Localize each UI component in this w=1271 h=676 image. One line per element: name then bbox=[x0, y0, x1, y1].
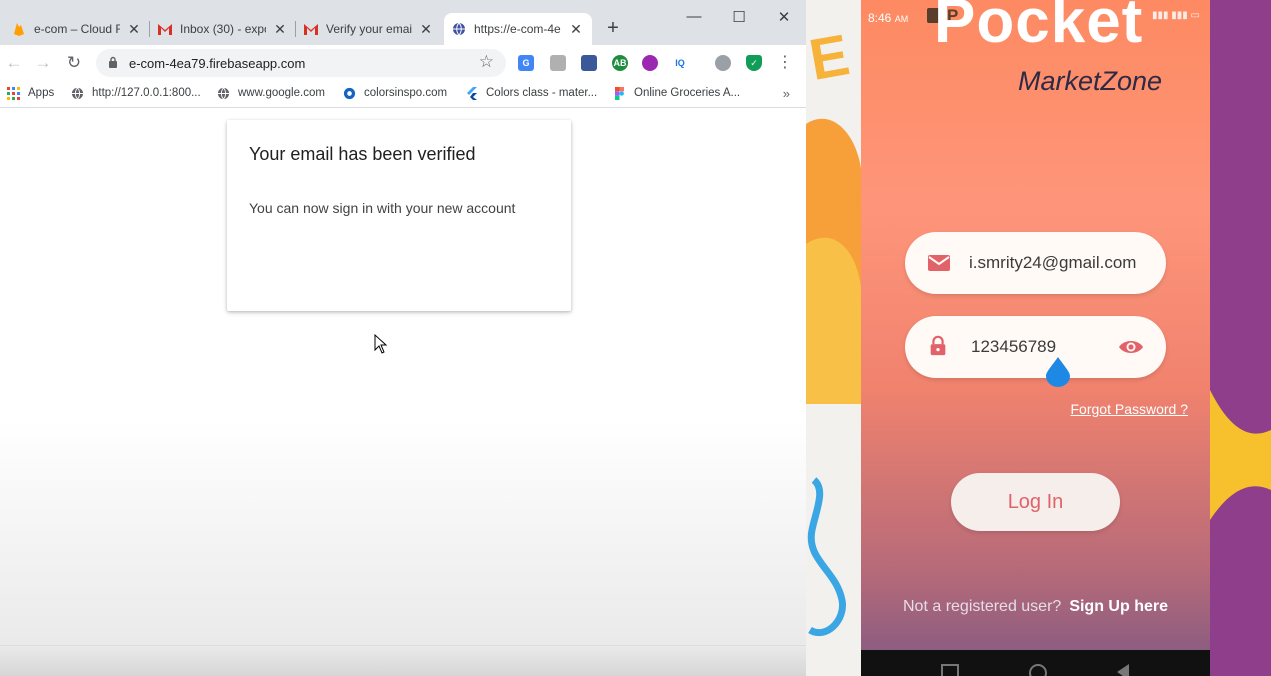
forgot-password-link[interactable]: Forgot Password ? bbox=[1071, 401, 1189, 417]
email-value[interactable]: i.smrity24@gmail.com bbox=[969, 253, 1136, 273]
eye-icon[interactable] bbox=[1118, 337, 1144, 357]
flutter-icon bbox=[464, 86, 478, 100]
reload-button[interactable]: ↻ bbox=[64, 53, 84, 73]
browser-window: e-com – Cloud F ✕ Inbox (30) - expo ✕ Ve… bbox=[0, 0, 806, 676]
gmail-icon bbox=[158, 22, 172, 36]
close-tab-icon[interactable]: ✕ bbox=[568, 21, 584, 38]
android-nav-bar bbox=[861, 650, 1210, 676]
recent-apps-button[interactable] bbox=[941, 664, 959, 676]
app-subtitle: MarketZone bbox=[1018, 66, 1163, 96]
phone-screen: 8:46 AM P ▮▮▮ ▮▮▮ ▭ Pocket MarketZone i.… bbox=[861, 0, 1210, 650]
tab-strip: e-com – Cloud F ✕ Inbox (30) - expo ✕ Ve… bbox=[0, 0, 806, 45]
globe-icon bbox=[216, 86, 230, 100]
home-button[interactable] bbox=[1029, 664, 1047, 676]
signup-link[interactable]: Sign Up here bbox=[1069, 598, 1168, 615]
blue-swirl-decoration bbox=[807, 477, 846, 637]
iq-extension-icon[interactable]: IQ bbox=[672, 55, 688, 71]
signal-battery-icons: ▮▮▮ ▮▮▮ ▭ bbox=[1151, 10, 1200, 21]
extension-icon[interactable] bbox=[581, 55, 597, 71]
mail-icon bbox=[928, 255, 950, 271]
lock-icon bbox=[930, 335, 946, 356]
phone-recording-area: E 8:46 AM P ▮▮▮ ▮▮▮ ▭ Pocket MarketZone … bbox=[806, 0, 1271, 676]
page-content: Your email has been verified You can now… bbox=[0, 108, 806, 676]
more-bookmarks-button[interactable]: » bbox=[783, 86, 790, 101]
figma-icon bbox=[612, 86, 626, 100]
extension-icon[interactable] bbox=[642, 55, 658, 71]
yellow-star-decoration bbox=[1210, 390, 1271, 520]
url-text[interactable]: e-com-4ea79.firebaseapp.com bbox=[129, 56, 305, 71]
address-bar[interactable]: e-com-4ea79.firebaseapp.com ☆ bbox=[96, 49, 506, 77]
bookmark-localhost[interactable]: http://127.0.0.1:800... bbox=[70, 86, 201, 100]
login-button[interactable]: Log In bbox=[951, 473, 1120, 531]
password-value[interactable]: 123456789 bbox=[971, 337, 1056, 357]
shield-check-icon[interactable]: ✓ bbox=[746, 55, 762, 71]
extension-icon[interactable] bbox=[550, 55, 566, 71]
verification-card: Your email has been verified You can now… bbox=[227, 120, 571, 311]
profile-avatar-icon[interactable] bbox=[715, 55, 731, 71]
new-tab-button[interactable]: + bbox=[603, 18, 623, 38]
orange-blob-decoration bbox=[806, 118, 862, 404]
tab-gmail-inbox[interactable]: Inbox (30) - expo ✕ bbox=[150, 13, 296, 45]
menu-kebab-icon[interactable]: ⋮ bbox=[775, 53, 795, 73]
tab-firebase-console[interactable]: e-com – Cloud F ✕ bbox=[4, 13, 150, 45]
back-nav-button[interactable] bbox=[1117, 664, 1129, 676]
purple-background-strip bbox=[1210, 0, 1271, 676]
status-time: 8:46 bbox=[868, 11, 892, 25]
text-cursor-handle-icon[interactable] bbox=[1045, 357, 1071, 387]
apps-grid-icon bbox=[6, 86, 20, 100]
lock-icon[interactable] bbox=[108, 56, 118, 68]
tab-verify-email[interactable]: Verify your email ✕ bbox=[296, 13, 442, 45]
bookmark-online-groceries[interactable]: Online Groceries A... bbox=[612, 86, 740, 100]
globe-icon bbox=[70, 86, 84, 100]
card-message: You can now sign in with your new accoun… bbox=[249, 200, 516, 216]
status-ampm: AM bbox=[894, 14, 909, 24]
signup-prompt: Not a registered user? Sign Up here bbox=[861, 598, 1210, 616]
colorsinspo-icon bbox=[342, 86, 356, 100]
close-tab-icon[interactable]: ✕ bbox=[418, 21, 434, 38]
maximize-button[interactable]: ☐ bbox=[729, 8, 749, 26]
decorative-letter: E bbox=[806, 22, 855, 93]
card-title: Your email has been verified bbox=[249, 144, 476, 164]
close-tab-icon[interactable]: ✕ bbox=[272, 21, 288, 38]
globe-icon bbox=[452, 22, 466, 36]
bookmarks-bar: Apps http://127.0.0.1:800... www.google.… bbox=[0, 81, 806, 108]
tab-active-firebaseapp[interactable]: https://e-com-4e ✕ bbox=[444, 13, 592, 45]
close-window-button[interactable]: ✕ bbox=[774, 8, 794, 26]
bookmark-google[interactable]: www.google.com bbox=[216, 86, 325, 100]
bookmark-star-icon[interactable]: ☆ bbox=[479, 52, 494, 72]
bookmark-apps[interactable]: Apps bbox=[6, 86, 54, 100]
minimize-button[interactable]: — bbox=[684, 8, 704, 25]
email-field[interactable]: i.smrity24@gmail.com bbox=[905, 232, 1166, 294]
mouse-cursor-icon bbox=[374, 334, 388, 354]
window-bottom-edge bbox=[0, 645, 806, 676]
signup-question: Not a registered user? bbox=[903, 598, 1062, 615]
bookmark-colors-class[interactable]: Colors class - mater... bbox=[464, 86, 597, 100]
adblock-icon[interactable]: AB bbox=[612, 55, 628, 71]
translate-extension-icon[interactable]: G bbox=[518, 55, 534, 71]
forward-button[interactable]: → bbox=[33, 53, 53, 73]
bookmark-colorsinspo[interactable]: colorsinspo.com bbox=[342, 86, 447, 100]
browser-toolbar: ← → ↻ e-com-4ea79.firebaseapp.com ☆ G AB… bbox=[0, 45, 806, 81]
close-tab-icon[interactable]: ✕ bbox=[126, 21, 142, 38]
gmail-icon bbox=[304, 22, 318, 36]
app-title: Pocket bbox=[934, 0, 1144, 56]
password-field[interactable]: 123456789 bbox=[905, 316, 1166, 378]
firebase-icon bbox=[12, 22, 26, 36]
back-button[interactable]: ← bbox=[4, 53, 24, 73]
